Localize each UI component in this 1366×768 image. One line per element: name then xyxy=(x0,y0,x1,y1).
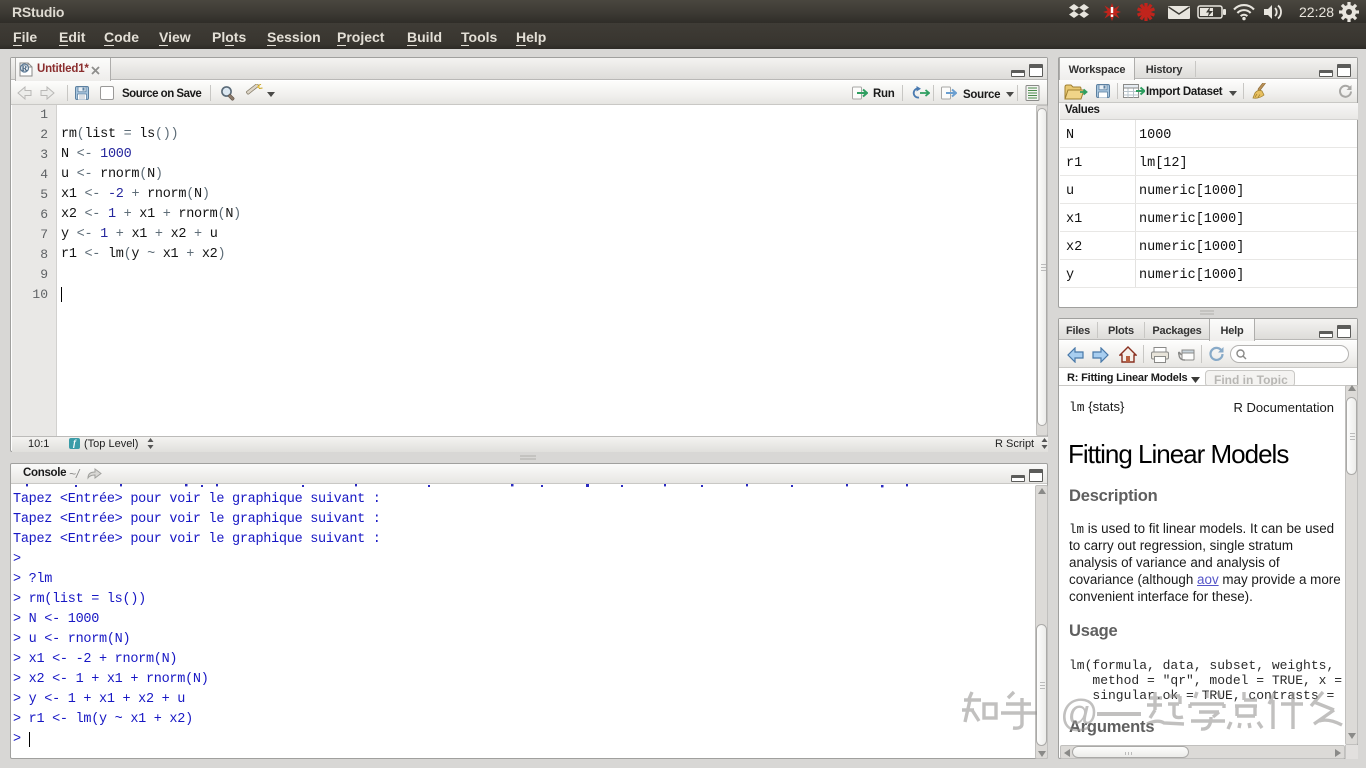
svg-text:R: R xyxy=(22,64,28,73)
svg-text:@: @ xyxy=(1060,693,1099,735)
